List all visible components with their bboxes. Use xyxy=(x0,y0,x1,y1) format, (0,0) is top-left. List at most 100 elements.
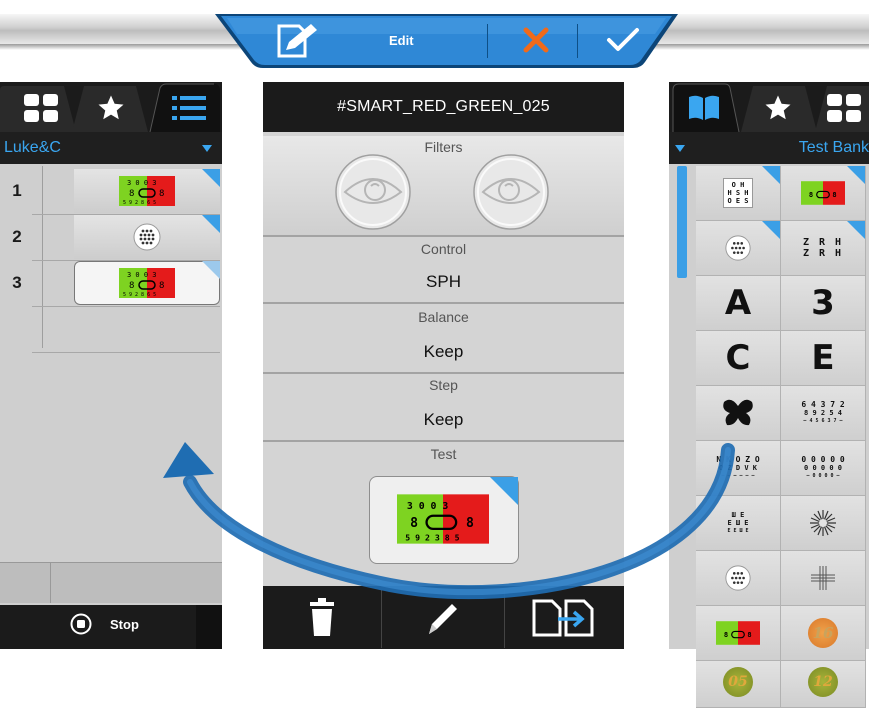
stop-label: Stop xyxy=(110,616,139,632)
dot-chart-icon xyxy=(725,565,751,591)
play-marker xyxy=(202,169,220,187)
test-cell-letter[interactable]: A xyxy=(696,276,781,331)
copy-to-button[interactable] xyxy=(505,586,624,649)
number-chart-line: — 4 5 6 3 7 — xyxy=(803,418,843,424)
step-value[interactable]: Keep xyxy=(263,410,624,430)
test-cell-letter[interactable]: 3 xyxy=(781,276,866,331)
toolbar-divider xyxy=(577,24,578,58)
edit-pencil-button[interactable] xyxy=(382,586,504,649)
red-green-chart-icon: 3 0 0 3 8 8 5 9 2 8 6 5 xyxy=(119,176,175,206)
svg-text:5 9 2 8 6 5: 5 9 2 8 6 5 xyxy=(123,200,156,206)
small-chart-line: E Ш E xyxy=(727,519,749,527)
test-cell-circle-chart[interactable]: 0 0 0 0 0 0 0 0 0 0 — 0 0 0 0 — xyxy=(781,441,866,496)
chevron-down-icon xyxy=(675,145,685,152)
star-icon xyxy=(98,95,124,120)
chevron-down-icon xyxy=(202,145,212,152)
svg-text:3 0 0 3: 3 0 0 3 xyxy=(127,179,157,187)
test-bank-selector[interactable]: Test Bank xyxy=(669,132,869,164)
confirm-button[interactable] xyxy=(583,18,663,62)
circle-chart-line: 0 0 0 0 0 xyxy=(804,464,842,472)
svg-text:8: 8 xyxy=(809,190,813,199)
left-bottom-bar: Stop xyxy=(0,605,222,649)
test-cell-color-plate[interactable]: 16 xyxy=(781,606,866,661)
right-eye-filter[interactable] xyxy=(471,152,551,237)
list-item-selected[interactable]: 3 3 0 0 3 8 8 5 9 2 8 6 5 xyxy=(12,260,220,307)
test-cell-landolt-c[interactable]: C xyxy=(696,331,781,386)
row-number: 3 xyxy=(12,273,22,292)
color-plate-icon: 16 xyxy=(808,618,838,648)
test-cell-letter[interactable]: E xyxy=(781,331,866,386)
delete-button[interactable] xyxy=(263,586,381,649)
grid-view-icon xyxy=(827,94,861,122)
stop-button[interactable]: Stop xyxy=(70,613,139,635)
cancel-button[interactable] xyxy=(503,18,569,62)
left-eye-filter[interactable] xyxy=(333,152,413,237)
svg-text:8: 8 xyxy=(410,516,418,531)
test-cell-cross-grid[interactable] xyxy=(781,551,866,606)
test-cell-zrh[interactable]: Z R H Z R H xyxy=(781,221,866,276)
number-chart-text: 6 4 3 7 2 xyxy=(801,400,845,409)
list-item[interactable]: 2 xyxy=(12,214,220,261)
small-letters-chart-icon: O HH S HO E S xyxy=(723,178,753,208)
toolbar-divider xyxy=(487,24,488,58)
test-chart-card[interactable]: 3 0 0 3 8 8 5 9 2 3 8 5 xyxy=(369,476,519,564)
small-chart-line: E E Ш E xyxy=(727,528,749,534)
svg-text:5 9 2 3 8 5: 5 9 2 3 8 5 xyxy=(405,532,459,542)
close-icon xyxy=(523,27,549,53)
zrh-chart-text: Z R H xyxy=(802,237,844,248)
test-bank-panel: Test Bank O HH S HO E S 8 8 Z R H Z R H … xyxy=(669,82,869,708)
test-cell-color-plate[interactable]: 05 xyxy=(696,661,781,708)
center-bottom-bar xyxy=(263,586,624,649)
test-title-bar: #SMART_RED_GREEN_025 xyxy=(263,82,624,132)
color-plate-icon: 12 xyxy=(808,667,838,697)
tab-grid-view[interactable] xyxy=(821,86,867,130)
circle-chart-text: 0 0 0 0 0 xyxy=(801,455,845,464)
test-cell-dot[interactable] xyxy=(696,221,781,276)
control-value[interactable]: SPH xyxy=(263,272,624,292)
color-plate-number: 05 xyxy=(728,674,748,690)
left-footer-strip xyxy=(0,562,222,603)
astigmatism-fan-icon xyxy=(810,510,836,536)
list-selector[interactable]: Luke&C xyxy=(0,132,222,164)
list-item[interactable]: 1 3 0 0 3 8 8 5 9 2 8 6 5 xyxy=(12,168,220,215)
program-list-panel: Luke&C 1 3 0 0 3 8 8 5 9 2 8 6 5 2 3 3 0… xyxy=(0,82,222,649)
section-divider xyxy=(263,302,624,304)
test-cell-small-letters[interactable]: O HH S HO E S xyxy=(696,166,781,221)
star-icon xyxy=(765,95,791,120)
scrollbar-thumb[interactable] xyxy=(677,166,687,278)
red-green-chart-thumbnail: 3 0 0 3 8 8 5 9 2 8 6 5 xyxy=(74,169,220,213)
tab-test-bank[interactable] xyxy=(681,86,727,130)
test-title: #SMART_RED_GREEN_025 xyxy=(337,98,550,115)
test-cell-small-chart[interactable]: Ш E E Ш E E E Ш E xyxy=(696,496,781,551)
test-label: Test xyxy=(430,446,457,462)
svg-text:8: 8 xyxy=(832,190,836,199)
play-marker xyxy=(202,261,220,279)
right-tab-bar xyxy=(669,82,869,132)
dot-chart-thumbnail xyxy=(74,215,220,259)
play-marker xyxy=(202,215,220,233)
letter-chart-line: O Z D V K xyxy=(719,464,757,472)
test-cell-red-green[interactable]: 8 8 xyxy=(696,606,781,661)
tab-favorites[interactable] xyxy=(755,86,801,130)
test-cell-dot[interactable] xyxy=(696,551,781,606)
test-cell-color-plate[interactable]: 12 xyxy=(781,661,866,708)
test-cell-number-chart[interactable]: 6 4 3 7 2 8 9 2 5 4 — 4 5 6 3 7 — xyxy=(781,386,866,441)
test-cell-red-green[interactable]: 8 8 xyxy=(781,166,866,221)
svg-text:8: 8 xyxy=(129,189,134,199)
butterfly-icon xyxy=(723,399,753,426)
test-cell-astigmatism[interactable] xyxy=(781,496,866,551)
eye-icon xyxy=(473,154,549,230)
tab-grid-view[interactable] xyxy=(18,86,64,130)
grid-view-icon xyxy=(24,94,58,122)
tab-list-view[interactable] xyxy=(164,86,214,130)
play-marker xyxy=(490,477,518,505)
tab-favorites[interactable] xyxy=(88,86,134,130)
edit-button[interactable]: Edit xyxy=(263,18,481,62)
test-cell-letter-chart[interactable]: N K O Z O O Z D V K — — — — — — xyxy=(696,441,781,496)
balance-value[interactable]: Keep xyxy=(263,342,624,362)
trash-icon xyxy=(310,597,334,636)
empty-list-item[interactable] xyxy=(32,306,220,353)
eye-icon xyxy=(335,154,411,230)
test-bank-name: Test Bank xyxy=(798,139,869,156)
test-cell-butterfly[interactable] xyxy=(696,386,781,441)
